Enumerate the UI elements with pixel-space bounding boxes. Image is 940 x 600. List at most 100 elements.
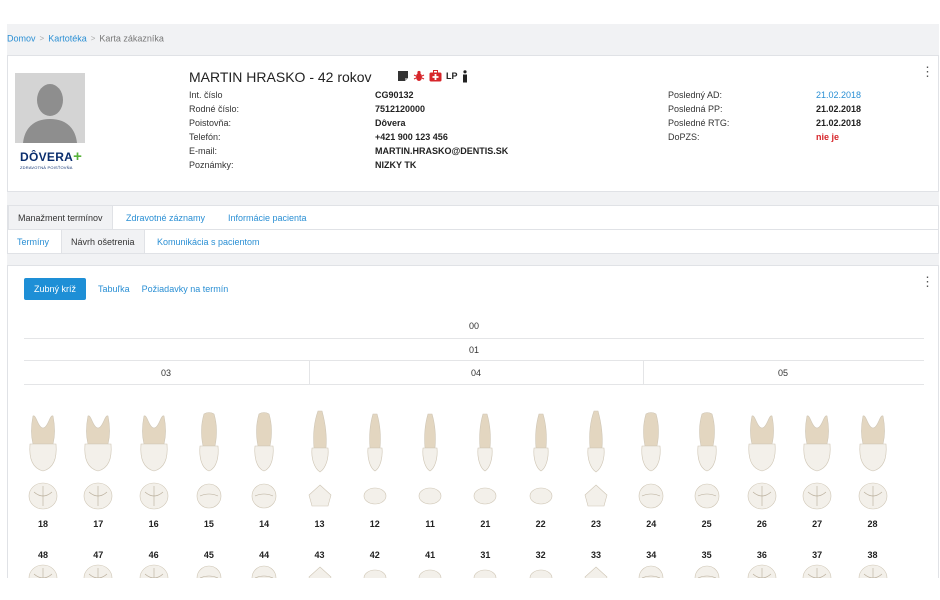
chart-row-00[interactable]: 00 xyxy=(464,321,484,331)
tab-patient-info[interactable]: Informácie pacienta xyxy=(219,206,316,229)
tooth-22-occlusal-view[interactable] xyxy=(519,480,563,517)
tooth-24-side-view[interactable] xyxy=(629,410,673,479)
dental-cross-button[interactable]: Zubný kríž xyxy=(24,278,87,300)
tooth-22-side-view[interactable] xyxy=(519,410,563,479)
tooth-47-occlusal-view[interactable] xyxy=(76,562,120,578)
tooth-17-side-view[interactable] xyxy=(76,410,120,479)
tooth-45-occlusal-view[interactable] xyxy=(187,562,231,578)
tooth-number[interactable]: 27 xyxy=(795,519,839,529)
breadcrumb-home-link[interactable]: Domov xyxy=(7,34,36,44)
tooth-15-side-view[interactable] xyxy=(187,410,231,479)
tooth-number[interactable]: 41 xyxy=(408,550,452,560)
tooth-37-occlusal-view[interactable] xyxy=(795,562,839,578)
tooth-number[interactable]: 38 xyxy=(851,550,895,560)
tooth-26-side-view[interactable] xyxy=(740,410,784,479)
bug-icon[interactable] xyxy=(413,70,425,82)
tab-health-records[interactable]: Zdravotné záznamy xyxy=(117,206,214,229)
tab-treatment-proposal[interactable]: Návrh ošetrenia xyxy=(61,230,145,253)
table-view-link[interactable]: Tabuľka xyxy=(98,284,130,294)
tooth-number[interactable]: 36 xyxy=(740,550,784,560)
note-icon[interactable] xyxy=(397,70,409,82)
tooth-32-occlusal-view[interactable] xyxy=(519,562,563,578)
chart-segment-05[interactable]: 05 xyxy=(773,368,793,378)
tooth-33-occlusal-view[interactable] xyxy=(574,562,618,578)
tooth-28-occlusal-view[interactable] xyxy=(851,480,895,517)
chart-row-01[interactable]: 01 xyxy=(464,345,484,355)
tooth-number[interactable]: 17 xyxy=(76,519,120,529)
tooth-38-occlusal-view[interactable] xyxy=(851,562,895,578)
tooth-number[interactable]: 24 xyxy=(629,519,673,529)
chart-segment-03[interactable]: 03 xyxy=(156,368,176,378)
tooth-42-occlusal-view[interactable] xyxy=(353,562,397,578)
tooth-number[interactable]: 28 xyxy=(851,519,895,529)
tooth-number[interactable]: 15 xyxy=(187,519,231,529)
tooth-number[interactable]: 45 xyxy=(187,550,231,560)
tooth-number[interactable]: 16 xyxy=(132,519,176,529)
tooth-25-occlusal-view[interactable] xyxy=(685,480,729,517)
tooth-23-side-view[interactable] xyxy=(574,410,618,479)
tooth-number[interactable]: 42 xyxy=(353,550,397,560)
tooth-12-side-view[interactable] xyxy=(353,410,397,479)
tooth-44-occlusal-view[interactable] xyxy=(242,562,286,578)
tooth-13-side-view[interactable] xyxy=(298,410,342,479)
info-icon[interactable] xyxy=(462,69,468,83)
tooth-16-side-view[interactable] xyxy=(132,410,176,479)
tooth-21-occlusal-view[interactable] xyxy=(463,480,507,517)
tooth-41-occlusal-view[interactable] xyxy=(408,562,452,578)
tooth-number[interactable]: 26 xyxy=(740,519,784,529)
tooth-46-occlusal-view[interactable] xyxy=(132,562,176,578)
tooth-31-occlusal-view[interactable] xyxy=(463,562,507,578)
tooth-11-side-view[interactable] xyxy=(408,410,452,479)
tooth-48-occlusal-view[interactable] xyxy=(21,562,65,578)
tooth-36-occlusal-view[interactable] xyxy=(740,562,784,578)
tooth-18-occlusal-view[interactable] xyxy=(21,480,65,517)
chart-segment-04[interactable]: 04 xyxy=(466,368,486,378)
tooth-number[interactable]: 48 xyxy=(21,550,65,560)
tooth-number[interactable]: 18 xyxy=(21,519,65,529)
tooth-14-side-view[interactable] xyxy=(242,410,286,479)
tooth-18-side-view[interactable] xyxy=(21,410,65,479)
tooth-number[interactable]: 22 xyxy=(519,519,563,529)
tooth-number[interactable]: 33 xyxy=(574,550,618,560)
tooth-number[interactable]: 34 xyxy=(629,550,673,560)
first-aid-icon[interactable] xyxy=(429,70,442,82)
tooth-23-occlusal-view[interactable] xyxy=(574,480,618,517)
tooth-number[interactable]: 37 xyxy=(795,550,839,560)
tooth-number[interactable]: 47 xyxy=(76,550,120,560)
tab-appointments[interactable]: Manažment termínov xyxy=(8,206,113,229)
tooth-15-occlusal-view[interactable] xyxy=(187,480,231,517)
last-ad-link[interactable]: 21.02.2018 xyxy=(816,90,861,100)
tooth-number[interactable]: 35 xyxy=(685,550,729,560)
tooth-13-occlusal-view[interactable] xyxy=(298,480,342,517)
breadcrumb-registry-link[interactable]: Kartotéka xyxy=(48,34,87,44)
tooth-number[interactable]: 23 xyxy=(574,519,618,529)
tooth-24-occlusal-view[interactable] xyxy=(629,480,673,517)
tooth-35-occlusal-view[interactable] xyxy=(685,562,729,578)
tooth-14-occlusal-view[interactable] xyxy=(242,480,286,517)
tooth-43-occlusal-view[interactable] xyxy=(298,562,342,578)
tooth-number[interactable]: 13 xyxy=(298,519,342,529)
tooth-26-occlusal-view[interactable] xyxy=(740,480,784,517)
tooth-34-occlusal-view[interactable] xyxy=(629,562,673,578)
tooth-11-occlusal-view[interactable] xyxy=(408,480,452,517)
lp-badge[interactable]: LP xyxy=(446,71,458,81)
tab-terms[interactable]: Termíny xyxy=(8,230,58,253)
patient-more-menu-icon[interactable]: ⋮ xyxy=(921,65,934,78)
tooth-25-side-view[interactable] xyxy=(685,410,729,479)
tooth-12-occlusal-view[interactable] xyxy=(353,480,397,517)
tooth-number[interactable]: 31 xyxy=(463,550,507,560)
chart-more-menu-icon[interactable]: ⋮ xyxy=(921,275,934,288)
tooth-28-side-view[interactable] xyxy=(851,410,895,479)
appointment-requests-link[interactable]: Požiadavky na termín xyxy=(142,284,229,294)
tooth-number[interactable]: 44 xyxy=(242,550,286,560)
tooth-number[interactable]: 11 xyxy=(408,519,452,529)
tooth-number[interactable]: 32 xyxy=(519,550,563,560)
tooth-number[interactable]: 12 xyxy=(353,519,397,529)
tooth-number[interactable]: 14 xyxy=(242,519,286,529)
tooth-number[interactable]: 43 xyxy=(298,550,342,560)
tooth-16-occlusal-view[interactable] xyxy=(132,480,176,517)
tooth-number[interactable]: 46 xyxy=(132,550,176,560)
tooth-21-side-view[interactable] xyxy=(463,410,507,479)
tooth-27-occlusal-view[interactable] xyxy=(795,480,839,517)
tooth-number[interactable]: 25 xyxy=(685,519,729,529)
